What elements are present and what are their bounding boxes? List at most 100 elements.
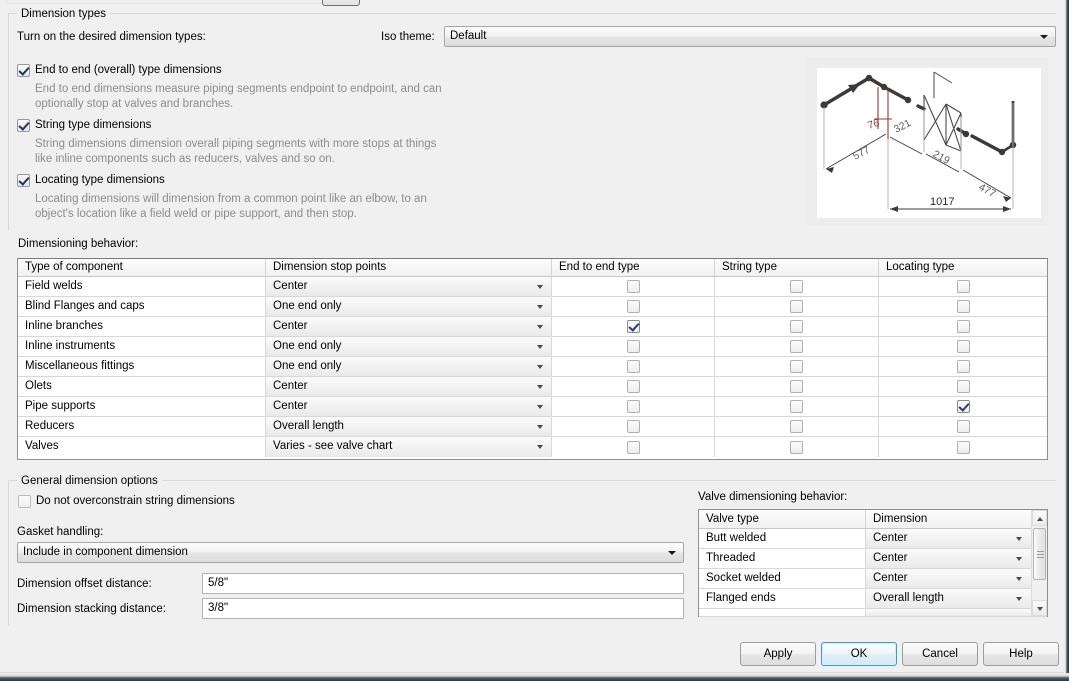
checkbox-unchecked-icon[interactable] [626, 440, 640, 454]
checkbox-checked-icon[interactable] [626, 320, 640, 333]
cell-valve-dimension-dropdown[interactable]: Center [866, 569, 1031, 588]
checkbox-unchecked-icon[interactable] [956, 420, 970, 433]
cell-string-type-checkbox[interactable] [715, 377, 879, 396]
cell-end-to-end-checkbox[interactable] [552, 317, 715, 336]
checkbox-unchecked-icon[interactable] [790, 440, 803, 454]
cell-locating-type-checkbox[interactable] [879, 437, 1047, 457]
checkbox-string-type[interactable] [17, 119, 30, 132]
cell-locating-type-checkbox[interactable] [879, 417, 1047, 436]
col-string-type[interactable]: String type [715, 259, 879, 276]
valve-table-row[interactable]: Socket welded Center [699, 569, 1047, 589]
table-row[interactable]: Miscellaneous fittings One end only [18, 357, 1047, 377]
checkbox-unchecked-icon[interactable] [790, 300, 803, 313]
valve-table-row-partial[interactable] [699, 609, 1047, 617]
cell-string-type-checkbox[interactable] [715, 357, 879, 376]
cell-end-to-end-checkbox[interactable] [552, 337, 715, 356]
col-locating-type[interactable]: Locating type [879, 259, 1047, 276]
cell-locating-type-checkbox[interactable] [879, 337, 1047, 356]
cell-locating-type-checkbox[interactable] [879, 317, 1047, 336]
cell-stop-point-dropdown[interactable]: Center [266, 397, 552, 416]
gasket-handling-combobox[interactable]: Include in component dimension [17, 542, 684, 563]
cell-string-type-checkbox[interactable] [715, 337, 879, 356]
checkbox-unchecked-icon[interactable] [626, 360, 640, 373]
valve-table-row[interactable]: Flanged ends Overall length [699, 589, 1047, 609]
cell-stop-point-dropdown[interactable]: One end only [266, 337, 552, 356]
checkbox-unchecked-icon[interactable] [956, 340, 970, 353]
offset-distance-input[interactable]: 5/8" [202, 573, 684, 594]
stacking-distance-input[interactable]: 3/8" [202, 598, 684, 619]
checkbox-unchecked-icon[interactable] [626, 300, 640, 313]
cell-stop-point-dropdown[interactable]: One end only [266, 357, 552, 376]
table-row[interactable]: Field welds Center [18, 277, 1047, 297]
cell-stop-point-dropdown[interactable]: Center [266, 377, 552, 396]
checkbox-unchecked-icon[interactable] [956, 440, 970, 454]
cancel-button[interactable]: Cancel [902, 642, 978, 666]
cell-string-type-checkbox[interactable] [715, 417, 879, 436]
cell-string-type-checkbox[interactable] [715, 317, 879, 336]
cell-stop-point-dropdown[interactable]: Center [266, 317, 552, 336]
checkbox-unchecked-icon[interactable] [790, 420, 803, 433]
checkbox-unchecked-icon[interactable] [956, 380, 970, 393]
checkbox-locating-type[interactable] [17, 174, 30, 187]
cell-locating-type-checkbox[interactable] [879, 397, 1047, 416]
checkbox-checked-icon[interactable] [956, 400, 970, 413]
ok-button[interactable]: OK [821, 642, 897, 666]
apply-button[interactable]: Apply [740, 642, 816, 666]
help-button[interactable]: Help [983, 642, 1059, 666]
checkbox-unchecked-icon[interactable] [956, 300, 970, 313]
checkbox-unchecked-icon[interactable] [956, 320, 970, 333]
cell-stop-point-dropdown[interactable]: One end only [266, 297, 552, 316]
checkbox-unchecked-icon[interactable] [956, 280, 970, 293]
scroll-down-button[interactable] [1032, 600, 1047, 616]
iso-theme-combobox[interactable]: Default [444, 26, 1056, 47]
checkbox-unchecked-icon[interactable] [790, 280, 803, 293]
cell-valve-dimension-dropdown[interactable]: Overall length [866, 589, 1031, 608]
table-row[interactable]: Valves Varies - see valve chart [18, 437, 1047, 457]
cell-end-to-end-checkbox[interactable] [552, 377, 715, 396]
checkbox-unchecked-icon[interactable] [790, 360, 803, 373]
checkbox-unchecked-icon[interactable] [626, 380, 640, 393]
scrollbar-thumb[interactable] [1033, 528, 1046, 580]
cell-string-type-checkbox[interactable] [715, 437, 879, 457]
truncated-top-button[interactable] [322, 0, 360, 6]
cell-end-to-end-checkbox[interactable] [552, 357, 715, 376]
cell-end-to-end-checkbox[interactable] [552, 297, 715, 316]
checkbox-unchecked-icon[interactable] [790, 400, 803, 413]
scroll-up-button[interactable] [1032, 510, 1047, 526]
checkbox-unchecked-icon[interactable] [626, 280, 640, 293]
cell-valve-dimension-dropdown[interactable]: Center [866, 529, 1031, 548]
valve-table-row[interactable]: Butt welded Center [699, 529, 1047, 549]
cell-end-to-end-checkbox[interactable] [552, 397, 715, 416]
cell-stop-point-dropdown[interactable]: Overall length [266, 417, 552, 436]
valve-grid-scrollbar[interactable] [1031, 510, 1047, 616]
col-dimension-stop-points[interactable]: Dimension stop points [266, 259, 552, 276]
table-row[interactable]: Inline branches Center [18, 317, 1047, 337]
checkbox-unchecked-icon[interactable] [626, 420, 640, 433]
checkbox-unchecked-icon[interactable] [626, 400, 640, 413]
cell-valve-dimension-dropdown[interactable]: Center [866, 549, 1031, 568]
checkbox-unchecked-icon[interactable] [790, 320, 803, 333]
cell-end-to-end-checkbox[interactable] [552, 277, 715, 296]
cell-string-type-checkbox[interactable] [715, 397, 879, 416]
cell-string-type-checkbox[interactable] [715, 277, 879, 296]
table-row[interactable]: Reducers Overall length [18, 417, 1047, 437]
checkbox-end-to-end[interactable] [17, 64, 30, 77]
col-type-of-component[interactable]: Type of component [18, 259, 266, 276]
table-row[interactable]: Olets Center [18, 377, 1047, 397]
checkbox-unchecked-icon[interactable] [790, 380, 803, 393]
cell-string-type-checkbox[interactable] [715, 297, 879, 316]
cell-locating-type-checkbox[interactable] [879, 357, 1047, 376]
col-valve-dimension[interactable]: Dimension [866, 510, 1031, 528]
col-end-to-end-type[interactable]: End to end type [552, 259, 715, 276]
table-row[interactable]: Blind Flanges and caps One end only [18, 297, 1047, 317]
cell-stop-point-dropdown[interactable]: Varies - see valve chart [266, 437, 552, 457]
valve-table-row[interactable]: Threaded Center [699, 549, 1047, 569]
cell-end-to-end-checkbox[interactable] [552, 437, 715, 457]
table-row[interactable]: Pipe supports Center [18, 397, 1047, 417]
cell-locating-type-checkbox[interactable] [879, 297, 1047, 316]
checkbox-unchecked-icon[interactable] [626, 340, 640, 353]
checkbox-do-not-overconstrain[interactable] [18, 495, 31, 508]
cell-locating-type-checkbox[interactable] [879, 377, 1047, 396]
cell-end-to-end-checkbox[interactable] [552, 417, 715, 436]
checkbox-unchecked-icon[interactable] [956, 360, 970, 373]
